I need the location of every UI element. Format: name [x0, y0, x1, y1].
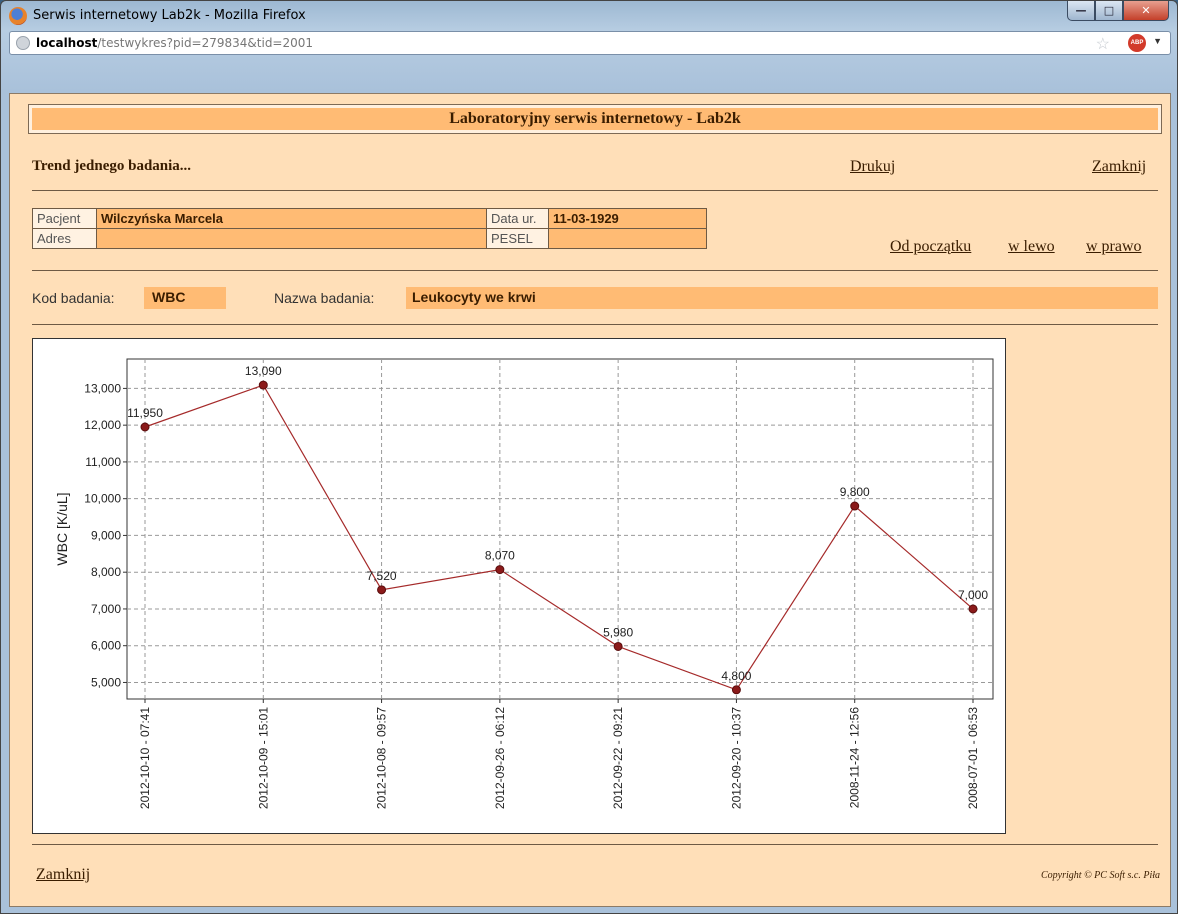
- site-banner: Laboratoryjny serwis internetowy - Lab2k: [28, 104, 1162, 134]
- y-tick-label: 9,000: [91, 528, 121, 542]
- divider: [32, 190, 1158, 191]
- nav-right-link[interactable]: w prawo: [1086, 238, 1142, 256]
- close-window-button[interactable]: ✕: [1123, 1, 1169, 21]
- data-point: [968, 604, 978, 614]
- y-tick-label: 10,000: [84, 492, 121, 506]
- address-bar[interactable]: localhost/testwykres?pid=279834&tid=2001…: [9, 31, 1171, 55]
- y-axis-label: WBC [K/uL]: [54, 492, 70, 565]
- data-label: 8,070: [485, 549, 515, 563]
- url-host: localhost: [36, 36, 98, 50]
- bookmark-star-icon[interactable]: ☆: [1096, 34, 1110, 54]
- patient-name: Wilczyńska Marcela: [96, 208, 487, 229]
- x-tick-label: 2012-09-22 - 09:21: [611, 707, 625, 809]
- chevron-down-icon[interactable]: ▼: [1153, 36, 1162, 46]
- page-title: Trend jednego badania...: [32, 158, 192, 174]
- y-tick-label: 5,000: [91, 675, 121, 689]
- data-label: 5,980: [603, 625, 633, 639]
- divider: [32, 270, 1158, 271]
- y-tick-label: 7,000: [91, 602, 121, 616]
- data-label: 7,520: [367, 569, 397, 583]
- y-tick-label: 11,000: [85, 455, 121, 469]
- y-tick-label: 8,000: [91, 565, 121, 579]
- chart-svg: 5,000 6,000 7,000 8,000 9,000 10,000 11,000 12,…: [54, 358, 994, 809]
- test-code-value: WBC: [144, 287, 226, 309]
- data-point: [377, 585, 387, 595]
- x-tick-label: 2012-10-09 - 15:01: [256, 707, 270, 809]
- copyright-text: Copyright © PC Soft s.c. Piła: [1041, 870, 1160, 881]
- patient-info-table: Pacjent Wilczyńska Marcela Data ur. 11-0…: [32, 208, 707, 249]
- x-tick-label: 2012-09-26 - 06:12: [493, 707, 507, 809]
- footer-close-link[interactable]: Zamknij: [36, 866, 90, 884]
- firefox-icon: [9, 7, 27, 25]
- data-label: 11,950: [127, 406, 163, 420]
- dob-value: 11-03-1929: [548, 208, 707, 229]
- data-label: 13,090: [245, 364, 282, 378]
- divider: [32, 324, 1158, 325]
- window-controls: — □ ✕: [1067, 1, 1169, 21]
- url-path: /testwykres?pid=279834&tid=2001: [97, 36, 314, 50]
- x-tick-label: 2008-11-24 - 12:56: [848, 707, 862, 809]
- divider: [32, 844, 1158, 845]
- browser-window: Serwis internetowy Lab2k - Mozilla Firef…: [0, 0, 1178, 914]
- test-code-label: Kod badania:: [32, 290, 115, 306]
- data-point: [613, 641, 623, 651]
- data-point: [850, 501, 860, 511]
- site-identity-icon[interactable]: [16, 36, 30, 50]
- data-point: [258, 380, 268, 390]
- x-tick-label: 2012-09-20 - 10:37: [729, 707, 743, 809]
- data-point: [731, 685, 741, 695]
- banner-title: Laboratoryjny serwis internetowy - Lab2k: [32, 108, 1158, 130]
- close-link[interactable]: Zamknij: [1092, 158, 1146, 176]
- nav-left-link[interactable]: w lewo: [1008, 238, 1055, 256]
- y-tick-label: 13,000: [84, 381, 121, 395]
- test-name-value: Leukocyty we krwi: [406, 287, 1158, 309]
- address-value: [96, 228, 487, 249]
- data-point: [495, 565, 505, 575]
- window-title: Serwis internetowy Lab2k - Mozilla Firef…: [33, 8, 306, 23]
- minimize-button[interactable]: —: [1067, 1, 1095, 21]
- x-tick-label: 2012-10-10 - 07:41: [138, 707, 152, 809]
- url-text[interactable]: localhost/testwykres?pid=279834&tid=2001: [36, 36, 313, 50]
- data-point: [140, 422, 150, 432]
- address-label: Adres: [32, 228, 97, 249]
- trend-chart: 5,000 6,000 7,000 8,000 9,000 10,000 11,000 12,…: [32, 338, 1006, 834]
- maximize-button[interactable]: □: [1095, 1, 1123, 21]
- pesel-label: PESEL: [486, 228, 549, 249]
- pesel-value: [548, 228, 707, 249]
- data-label: 4,800: [721, 669, 751, 683]
- data-label: 9,800: [840, 485, 870, 499]
- title-bar: Serwis internetowy Lab2k - Mozilla Firef…: [1, 1, 1177, 57]
- x-tick-label: 2008-07-01 - 06:53: [966, 707, 980, 809]
- nav-from-start-link[interactable]: Od początku: [890, 238, 971, 256]
- y-tick-label: 6,000: [91, 639, 121, 653]
- adblock-plus-icon[interactable]: ABP: [1128, 34, 1146, 52]
- data-label: 7,000: [958, 588, 988, 602]
- plot-area: [126, 358, 994, 700]
- page-content: Laboratoryjny serwis internetowy - Lab2k…: [9, 93, 1171, 907]
- test-name-label: Nazwa badania:: [274, 290, 375, 306]
- y-tick-label: 12,000: [84, 418, 121, 432]
- dob-label: Data ur.: [486, 208, 549, 229]
- patient-label: Pacjent: [32, 208, 97, 229]
- print-link[interactable]: Drukuj: [850, 158, 895, 176]
- x-tick-label: 2012-10-08 - 09:57: [375, 707, 389, 809]
